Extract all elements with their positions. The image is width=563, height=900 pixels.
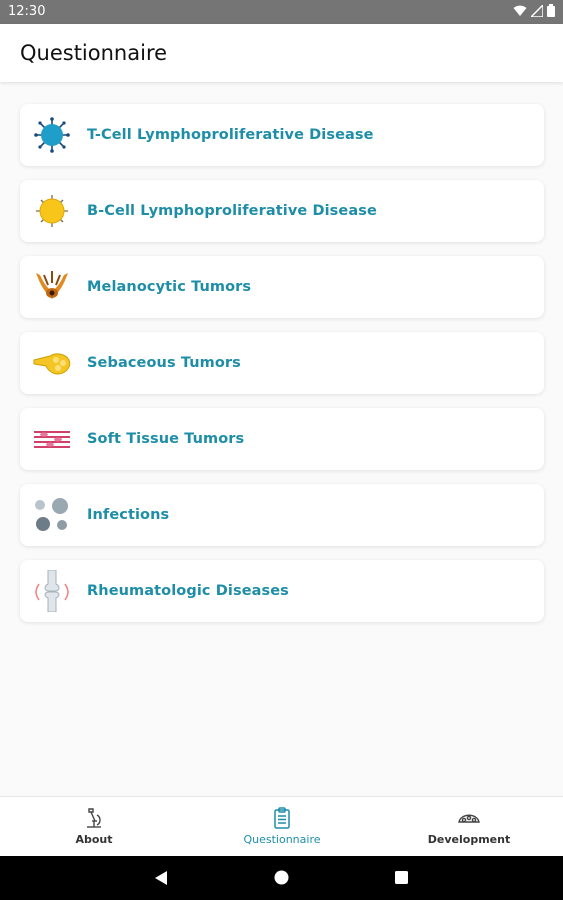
nav-questionnaire-label: Questionnaire — [243, 833, 321, 846]
home-icon[interactable] — [274, 870, 289, 885]
status-bar: 12:30 — [0, 0, 563, 24]
battery-icon — [547, 4, 555, 17]
system-nav-bar — [0, 856, 563, 900]
list-item-label: Sebaceous Tumors — [87, 355, 241, 371]
nav-about-label: About — [75, 833, 113, 846]
t-cell-icon — [32, 115, 72, 155]
list-item-melanocytic[interactable]: Melanocytic Tumors — [20, 256, 544, 318]
infection-icon — [32, 495, 72, 535]
microscope-icon — [87, 808, 101, 828]
signal-icon — [531, 4, 543, 17]
nav-development-label: Development — [427, 833, 511, 846]
list-item-label: Melanocytic Tumors — [87, 279, 252, 295]
sebaceous-icon — [32, 343, 72, 383]
recents-icon[interactable] — [395, 871, 408, 884]
status-icons — [513, 4, 555, 17]
list-item-label: Rheumatologic Diseases — [87, 583, 289, 599]
b-cell-icon — [32, 191, 72, 231]
wifi-icon — [513, 5, 527, 16]
list-item-rheumatologic[interactable]: Rheumatologic Diseases — [20, 560, 544, 622]
nav-questionnaire[interactable]: Questionnaire — [188, 797, 376, 857]
clipboard-icon — [274, 807, 290, 829]
list-item-t-cell[interactable]: T-Cell Lymphoproliferative Disease — [20, 104, 544, 166]
joint-icon — [32, 570, 72, 612]
app-bar: Questionnaire — [0, 24, 563, 82]
development-icon — [458, 814, 480, 823]
nav-development[interactable]: Development — [375, 797, 563, 857]
list-item-label: T-Cell Lymphoproliferative Disease — [87, 127, 374, 143]
list-item-label: Soft Tissue Tumors — [87, 431, 245, 447]
melanocyte-icon — [32, 267, 72, 307]
list-item-label: B-Cell Lymphoproliferative Disease — [87, 203, 377, 219]
list-item-soft-tissue[interactable]: Soft Tissue Tumors — [20, 408, 544, 470]
nav-about[interactable]: About — [0, 797, 188, 857]
list-item-b-cell[interactable]: B-Cell Lymphoproliferative Disease — [20, 180, 544, 242]
list-item-infections[interactable]: Infections — [20, 484, 544, 546]
back-icon[interactable] — [154, 870, 168, 886]
list-item-sebaceous[interactable]: Sebaceous Tumors — [20, 332, 544, 394]
bottom-nav: About Questionnaire Development — [0, 796, 563, 857]
list-item-label: Infections — [87, 507, 170, 523]
status-time: 12:30 — [8, 4, 46, 19]
questionnaire-list: T-Cell Lymphoproliferative Disease B-Cel… — [20, 104, 544, 636]
page-title: Questionnaire — [20, 41, 168, 65]
soft-tissue-icon — [32, 419, 72, 459]
